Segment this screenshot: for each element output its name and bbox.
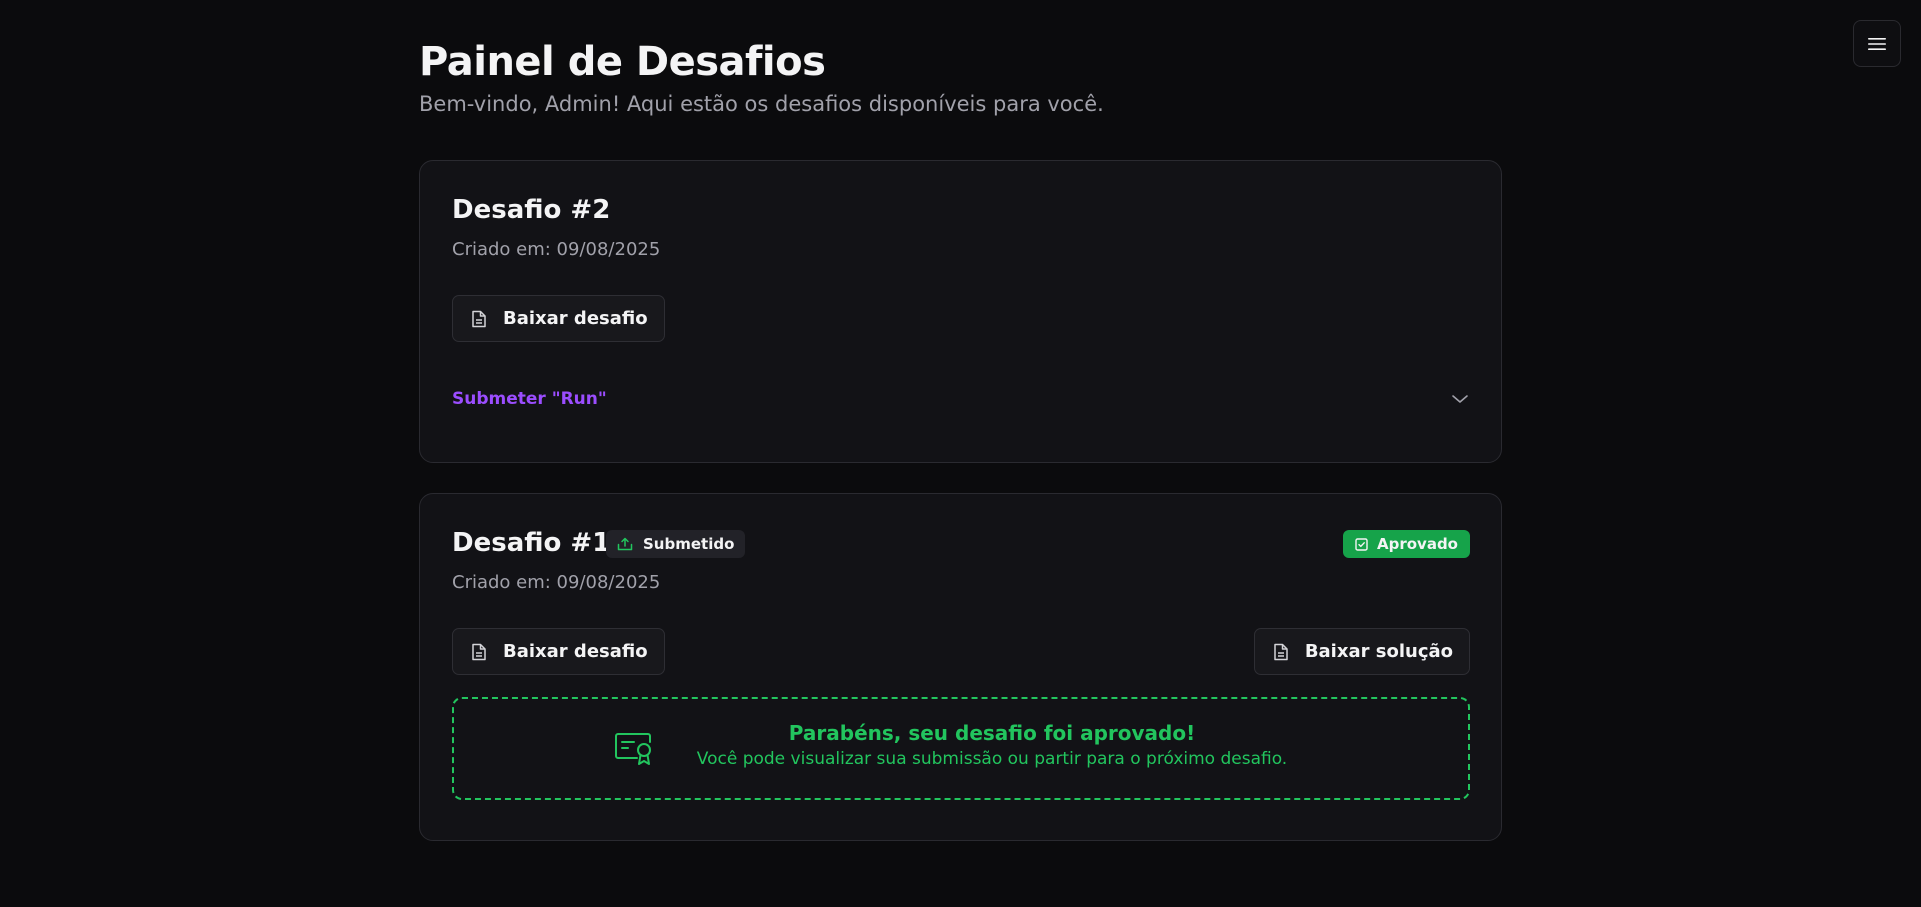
challenge-title: Desafio #1 bbox=[452, 528, 611, 558]
file-icon bbox=[472, 310, 486, 327]
approved-text: Parabéns, seu desafio foi aprovado! Você… bbox=[672, 721, 1312, 769]
approved-badge-label: Aprovado bbox=[1377, 535, 1458, 553]
menu-button[interactable] bbox=[1853, 20, 1901, 67]
download-solution-button[interactable]: Baixar solução bbox=[1253, 628, 1470, 675]
certificate-icon bbox=[615, 733, 651, 765]
upload-icon bbox=[617, 537, 633, 551]
download-challenge-label: Baixar desafio bbox=[503, 641, 648, 662]
page-subtitle: Bem-vindo, Admin! Aqui estão os desafios… bbox=[419, 92, 1104, 116]
challenge-title: Desafio #2 bbox=[452, 195, 611, 225]
download-challenge-label: Baixar desafio bbox=[503, 308, 648, 329]
file-icon bbox=[472, 643, 486, 660]
chevron-down-icon bbox=[1452, 395, 1468, 403]
download-challenge-button[interactable]: Baixar desafio bbox=[452, 295, 665, 342]
status-badge-approved: Aprovado bbox=[1343, 530, 1470, 558]
challenge-card: Desafio #2 Criado em: 09/08/2025 Baixar … bbox=[419, 160, 1502, 463]
file-icon bbox=[1274, 643, 1288, 660]
approved-message: Você pode visualizar sua submissão ou pa… bbox=[696, 749, 1288, 769]
challenge-created-date: Criado em: 09/08/2025 bbox=[452, 239, 661, 260]
download-challenge-button[interactable]: Baixar desafio bbox=[452, 628, 665, 675]
page-title: Painel de Desafios bbox=[419, 39, 826, 85]
approved-title: Parabéns, seu desafio foi aprovado! bbox=[788, 721, 1196, 745]
challenge-created-date: Criado em: 09/08/2025 bbox=[452, 572, 661, 593]
status-badge-label: Submetido bbox=[643, 535, 735, 553]
submit-accordion-toggle[interactable]: Submeter "Run" bbox=[452, 381, 1469, 417]
check-square-icon bbox=[1355, 537, 1368, 551]
approved-message-box: Parabéns, seu desafio foi aprovado! Você… bbox=[452, 697, 1470, 800]
status-badge-submitted: Submetido bbox=[606, 530, 746, 558]
download-solution-label: Baixar solução bbox=[1304, 641, 1453, 662]
challenge-card: Desafio #1 Submetido Aprovado Criado em:… bbox=[419, 493, 1502, 841]
submit-label: Submeter "Run" bbox=[452, 389, 607, 409]
hamburger-icon bbox=[1868, 37, 1886, 50]
